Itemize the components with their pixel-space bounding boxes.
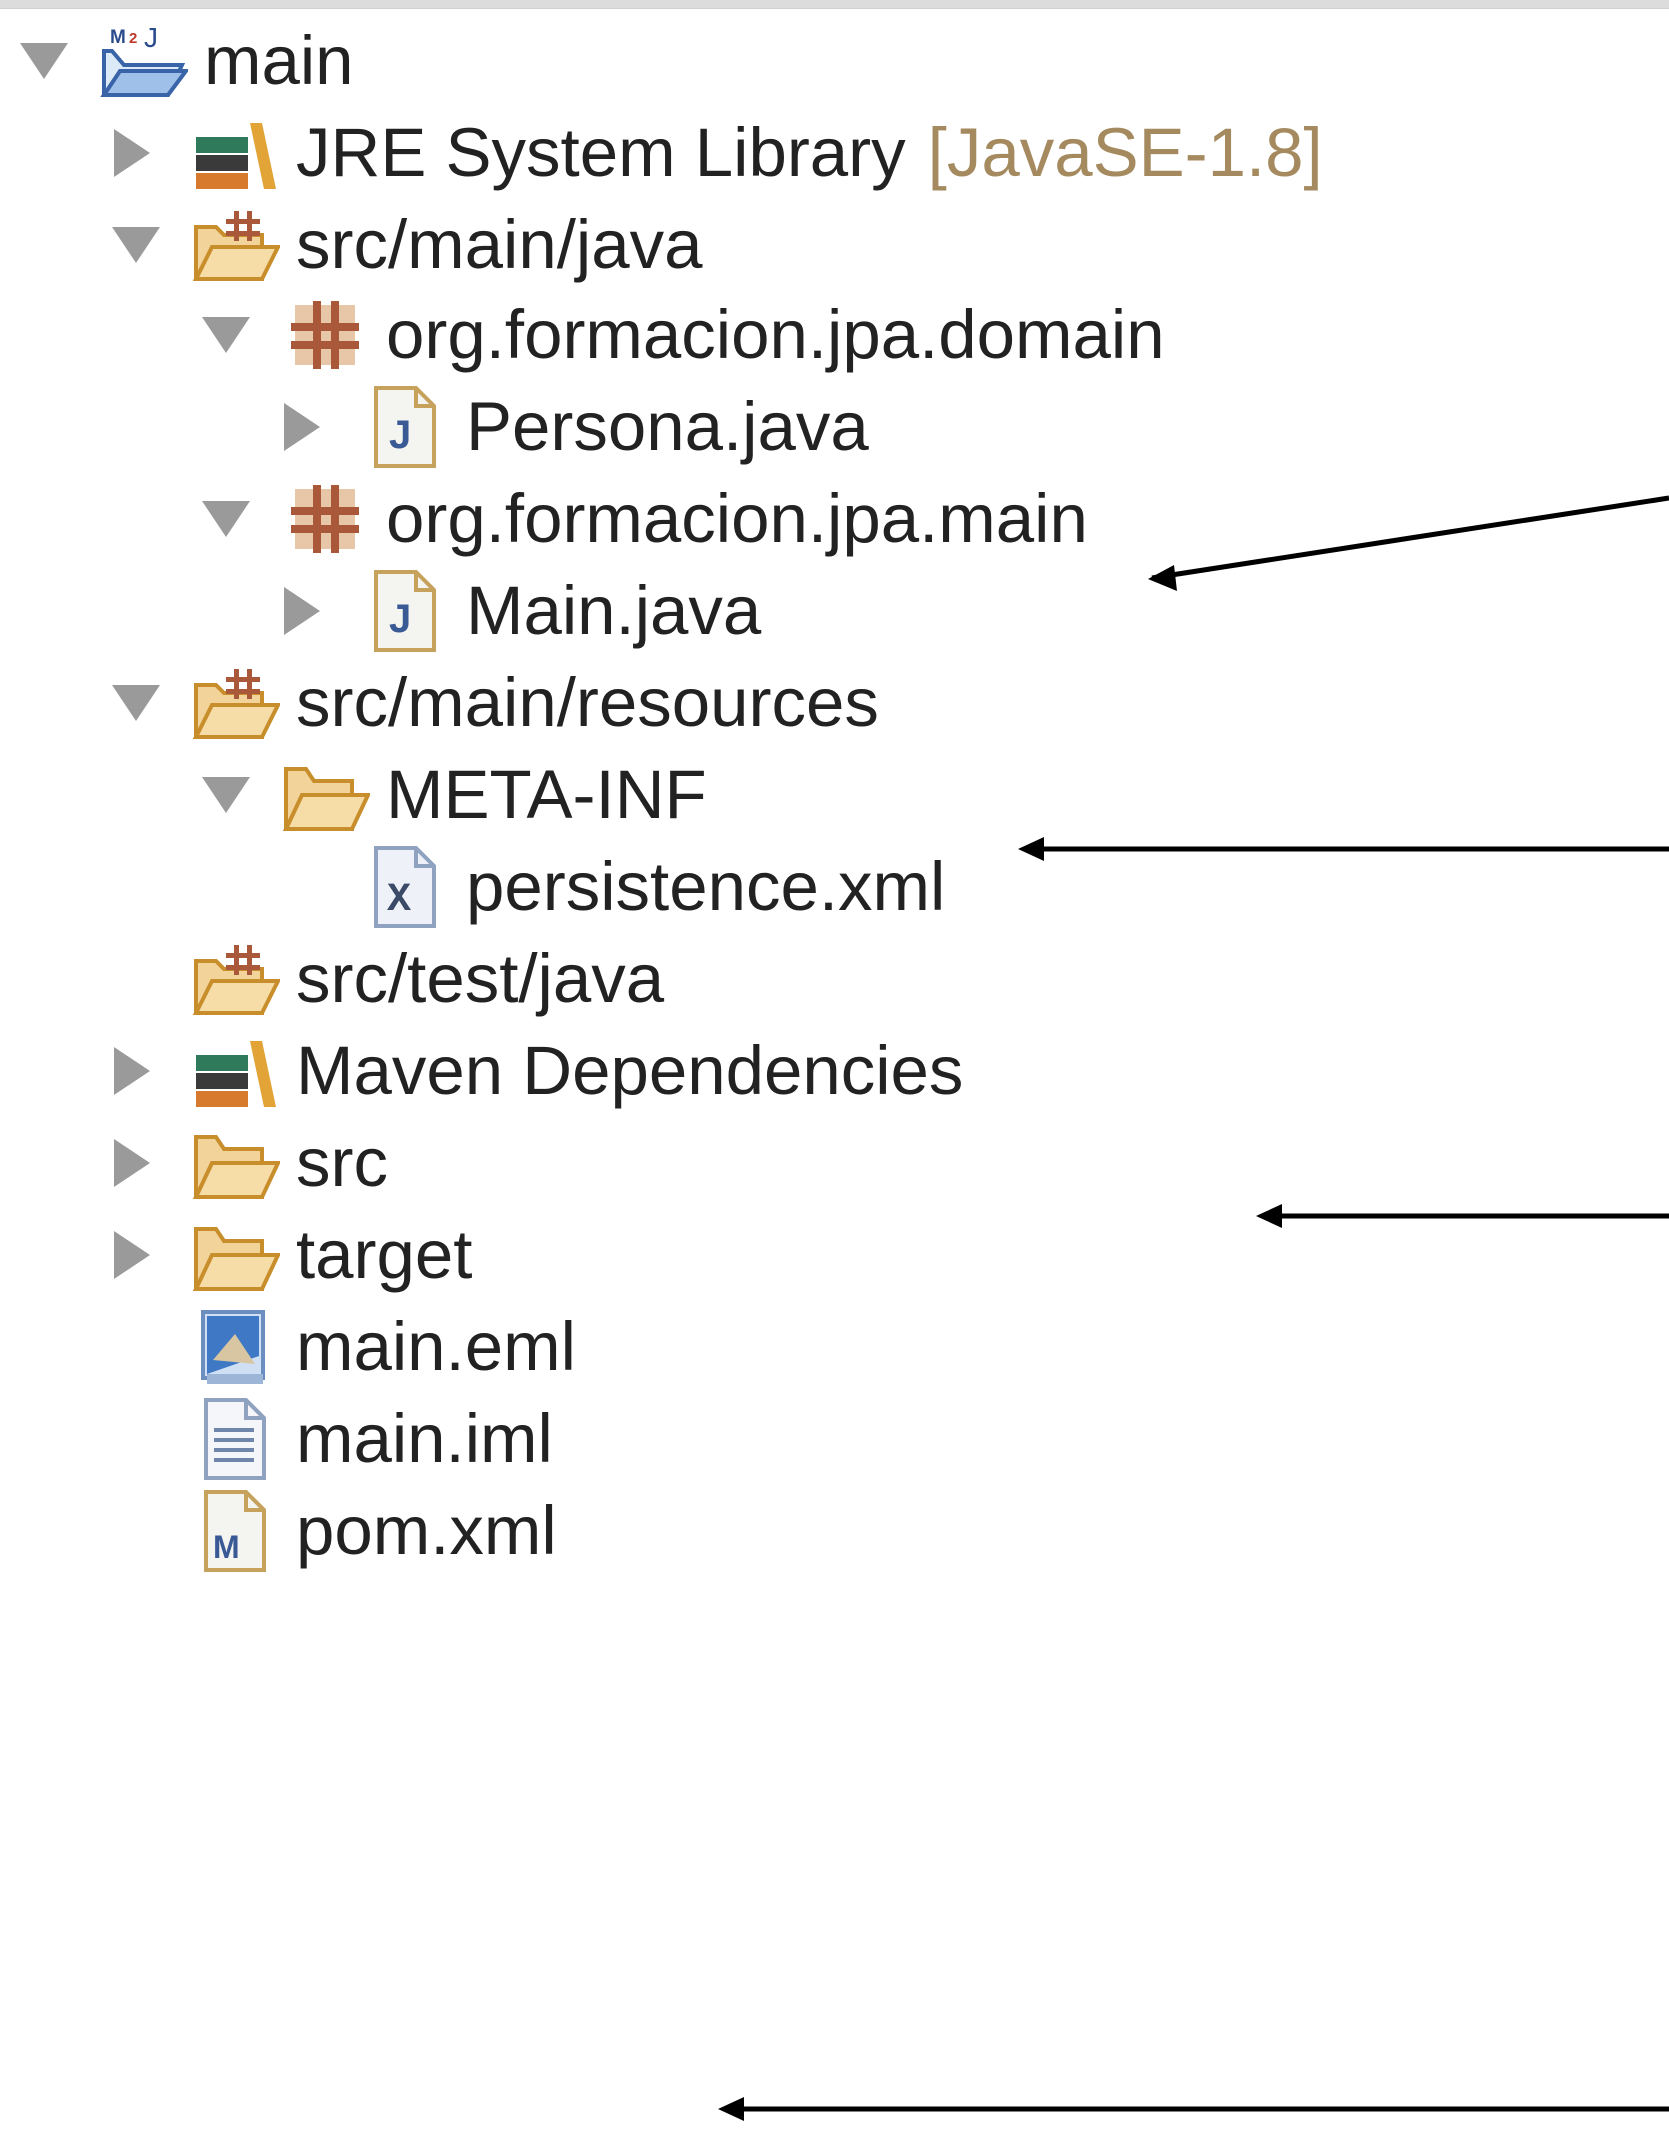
expanded-twisty-icon[interactable] — [110, 648, 180, 758]
svg-text:M: M — [213, 1529, 240, 1565]
jre-version-decoration: [JavaSE-1.8] — [927, 114, 1323, 191]
expanded-twisty-icon[interactable] — [200, 280, 270, 390]
tree-item-pom-xml[interactable]: M pom.xml — [180, 1476, 557, 1586]
svg-text:M: M — [110, 27, 126, 48]
expanded-twisty-icon[interactable] — [110, 190, 180, 300]
package-explorer-tree: M 2 J main JRE System Library [JavaSE-1.… — [0, 0, 1669, 2149]
svg-text:J: J — [144, 22, 158, 53]
svg-text:J: J — [389, 597, 411, 641]
tree-item-label: pom.xml — [296, 1492, 557, 1569]
svg-text:X: X — [387, 878, 411, 923]
tree-item-label: Maven Dependencies — [296, 1032, 964, 1109]
expanded-twisty-icon[interactable] — [18, 6, 88, 116]
maven-pom-icon: M — [180, 1476, 290, 1586]
expanded-twisty-icon[interactable] — [200, 464, 270, 574]
svg-text:J: J — [389, 413, 411, 457]
svg-text:2: 2 — [129, 30, 137, 47]
expanded-twisty-icon[interactable] — [200, 740, 270, 850]
collapsed-twisty-icon[interactable] — [110, 1200, 180, 1310]
